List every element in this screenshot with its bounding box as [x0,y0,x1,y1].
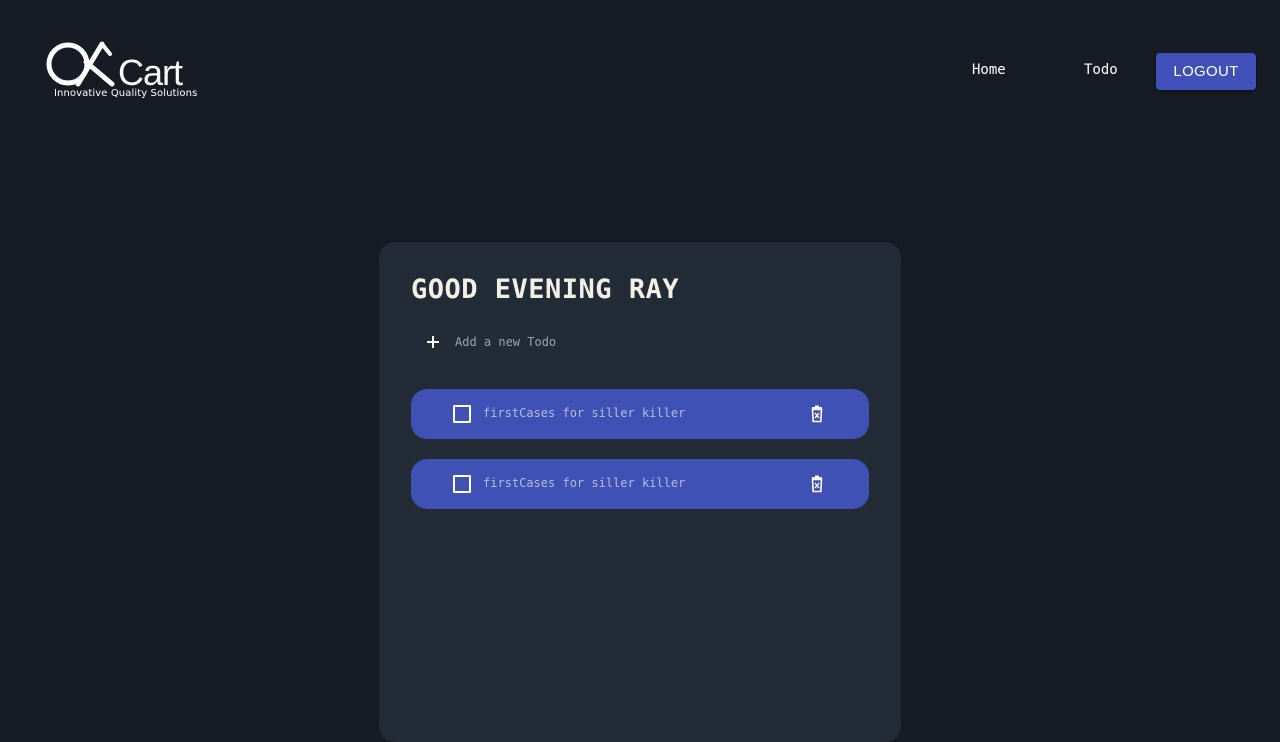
add-todo-label: Add a new Todo [455,335,557,349]
delete-todo-button[interactable] [807,404,827,424]
svg-text:Cart: Cart [118,52,183,90]
qacart-logo-mark: Cart [46,41,184,93]
nav-link-todo[interactable]: Todo [1084,62,1118,78]
nav-link-home[interactable]: Home [972,62,1006,78]
todo-text: firstCases for siller killer [483,476,686,490]
todo-item: firstCases for siller killer [411,459,869,509]
todo-item: firstCases for siller killer [411,389,869,439]
qacart-logo[interactable]: Cart Innovative Quality Solutions [46,40,198,104]
logout-button[interactable]: LOGOUT [1156,53,1256,90]
todo-card: GOOD EVENING RAY Add a new Todo firstCas… [379,242,901,742]
plus-icon [423,332,443,352]
todo-text: firstCases for siller killer [483,406,686,420]
trash-icon [811,405,823,423]
greeting-title: GOOD EVENING RAY [411,274,680,305]
header: Cart Innovative Quality Solutions Home T… [0,0,1280,140]
add-todo-button[interactable]: Add a new Todo [423,332,556,352]
todo-checkbox[interactable] [453,475,471,493]
todo-checkbox[interactable] [453,405,471,423]
delete-todo-button[interactable] [807,474,827,494]
trash-icon [811,475,823,493]
logo-tagline: Innovative Quality Solutions [54,88,198,99]
